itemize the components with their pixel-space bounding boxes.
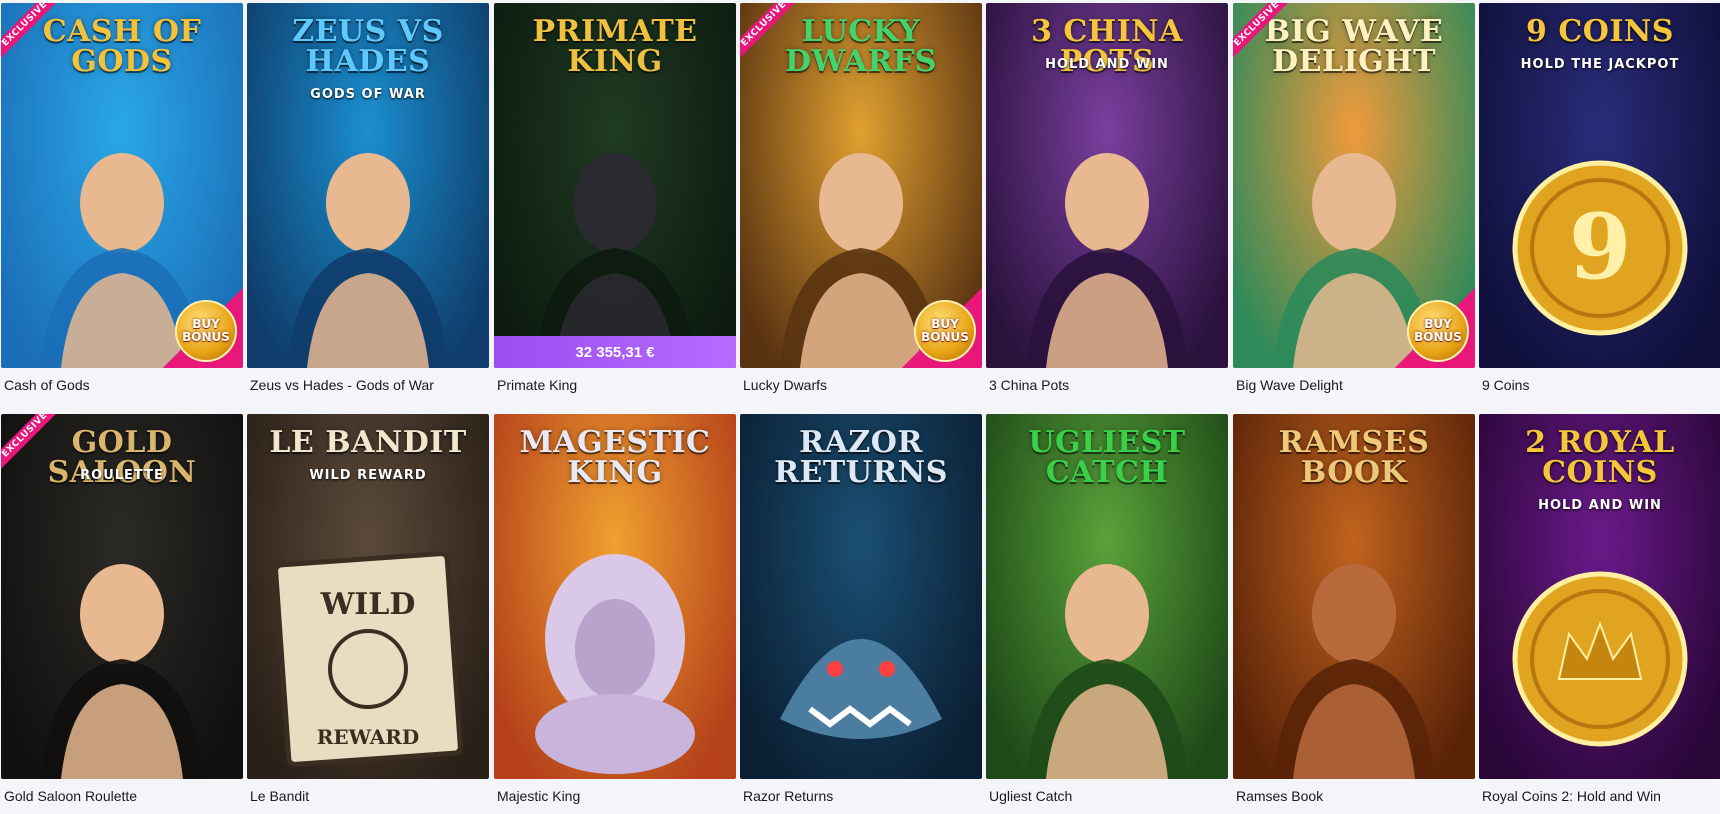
game-logo: RAMSES BOOK [1278, 425, 1430, 490]
svg-text:WILD: WILD [320, 587, 416, 622]
game-thumbnail[interactable]: RAMSES BOOK [1233, 414, 1475, 779]
game-thumbnail[interactable]: LUCKY DWARFS EXCLUSIVE BUY BONUS [740, 3, 982, 368]
game-tile[interactable]: LUCKY DWARFS EXCLUSIVE BUY BONUS Lucky Dwar… [740, 3, 982, 403]
buy-bonus-coin-icon: BUY BONUS [1407, 300, 1469, 362]
game-thumbnail[interactable]: 2 ROYAL COINS HOLD AND WIN [1479, 414, 1720, 779]
game-tile[interactable]: 9 9 COINS HOLD THE JACKPOT 9 Coins [1479, 3, 1720, 403]
game-tile[interactable]: WILD REWARD LE BANDIT WILD REWARD Le Bandit [247, 414, 489, 814]
game-title[interactable]: Ugliest Catch [989, 788, 1072, 804]
buy-bonus-coin-icon: BUY BONUS [914, 300, 976, 362]
game-logo: 9 COINS [1526, 14, 1674, 49]
jackpot-amount: 32 355,31 € [494, 336, 736, 368]
game-thumbnail[interactable]: 9 9 COINS HOLD THE JACKPOT [1479, 3, 1720, 368]
game-thumbnail[interactable]: BIG WAVE DELIGHT EXCLUSIVE BUY BONUS [1233, 3, 1475, 368]
game-thumbnail[interactable]: ZEUS VS HADES GODS OF WAR [247, 3, 489, 368]
buy-bonus-badge: BUY BONUS [902, 288, 982, 368]
game-tile[interactable]: RAMSES BOOK Ramses Book [1233, 414, 1475, 814]
game-logo: BIG WAVE DELIGHT [1264, 14, 1444, 79]
game-title[interactable]: Zeus vs Hades - Gods of War [250, 377, 434, 393]
hades-icon [247, 108, 489, 368]
game-title[interactable]: Gold Saloon Roulette [4, 788, 137, 804]
game-thumbnail[interactable]: RAZOR RETURNS [740, 414, 982, 779]
game-logo: CASH OF GODS [42, 14, 202, 79]
game-thumbnail[interactable]: UGLIEST CATCH [986, 414, 1228, 779]
buy-bonus-badge: BUY BONUS [1395, 288, 1475, 368]
shark-icon [740, 519, 982, 779]
game-tile[interactable]: CASH OF GODS EXCLUSIVE BUY BONUS Cash of Go… [1, 3, 243, 403]
coin-icon: 9 [1479, 108, 1720, 368]
crown-coin-icon [1479, 519, 1720, 779]
dealer-icon [1, 519, 243, 779]
game-thumbnail[interactable]: MAGESTIC KING [494, 414, 736, 779]
empress-icon [986, 108, 1228, 368]
game-title[interactable]: Lucky Dwarfs [743, 377, 827, 393]
game-thumbnail[interactable]: PRIMATE KING 32 355,31 € [494, 3, 736, 368]
game-logo-subtitle: ROULETTE [80, 468, 164, 483]
game-tile[interactable]: 3 CHINA POTS HOLD AND WIN 3 China Pots [986, 3, 1228, 403]
game-logo-subtitle: HOLD AND WIN [1045, 57, 1169, 72]
gorilla-icon [494, 108, 736, 368]
game-grid: CASH OF GODS EXCLUSIVE BUY BONUS Cash of Go… [0, 0, 1720, 807]
game-title[interactable]: Big Wave Delight [1236, 377, 1343, 393]
game-title[interactable]: Cash of Gods [4, 377, 90, 393]
svg-text:9: 9 [1569, 194, 1632, 300]
game-tile[interactable]: UGLIEST CATCH Ugliest Catch [986, 414, 1228, 814]
game-logo: LE BANDIT [269, 425, 467, 460]
game-tile[interactable]: ZEUS VS HADES GODS OF WAR Zeus vs Hades - … [247, 3, 489, 403]
game-thumbnail[interactable]: CASH OF GODS EXCLUSIVE BUY BONUS [1, 3, 243, 368]
game-title[interactable]: 9 Coins [1482, 377, 1529, 393]
game-tile[interactable]: MAGESTIC KING Majestic King [494, 414, 736, 814]
game-logo-subtitle: HOLD THE JACKPOT [1520, 57, 1680, 72]
game-logo: UGLIEST CATCH [1028, 425, 1186, 490]
poster-icon: WILD REWARD [247, 519, 489, 779]
game-tile[interactable]: RAZOR RETURNS Razor Returns [740, 414, 982, 814]
lion-icon [494, 519, 736, 779]
game-title[interactable]: Royal Coins 2: Hold and Win [1482, 788, 1661, 804]
game-thumbnail[interactable]: WILD REWARD LE BANDIT WILD REWARD [247, 414, 489, 779]
game-logo: MAGESTIC KING [519, 425, 711, 490]
pharaoh-icon [1233, 519, 1475, 779]
game-thumbnail[interactable]: 3 CHINA POTS HOLD AND WIN [986, 3, 1228, 368]
game-logo: RAZOR RETURNS [774, 425, 948, 490]
buy-bonus-coin-icon: BUY BONUS [175, 300, 237, 362]
svg-text:REWARD: REWARD [317, 725, 420, 749]
game-logo-subtitle: HOLD AND WIN [1538, 498, 1662, 513]
game-thumbnail[interactable]: GOLD SALOON ROULETTE EXCLUSIVE [1, 414, 243, 779]
game-tile[interactable]: PRIMATE KING 32 355,31 € Primate King [494, 3, 736, 403]
fisherman-icon [986, 519, 1228, 779]
game-logo: 2 ROYAL COINS [1525, 425, 1675, 490]
game-tile[interactable]: 2 ROYAL COINS HOLD AND WIN Royal Coins 2: … [1479, 414, 1720, 814]
game-tile[interactable]: GOLD SALOON ROULETTE EXCLUSIVE Gold Saloon … [1, 414, 243, 814]
game-title[interactable]: Ramses Book [1236, 788, 1323, 804]
game-logo-subtitle: GODS OF WAR [310, 87, 426, 102]
game-tile[interactable]: BIG WAVE DELIGHT EXCLUSIVE BUY BONUS Big Wa… [1233, 3, 1475, 403]
game-logo-subtitle: WILD REWARD [309, 468, 427, 483]
buy-bonus-badge: BUY BONUS [163, 288, 243, 368]
game-title[interactable]: 3 China Pots [989, 377, 1069, 393]
game-title[interactable]: Le Bandit [250, 788, 309, 804]
game-title[interactable]: Primate King [497, 377, 577, 393]
game-logo: ZEUS VS HADES [292, 14, 444, 79]
game-title[interactable]: Majestic King [497, 788, 580, 804]
game-logo: PRIMATE KING [532, 14, 698, 79]
game-logo: LUCKY DWARFS [785, 14, 937, 79]
game-title[interactable]: Razor Returns [743, 788, 833, 804]
